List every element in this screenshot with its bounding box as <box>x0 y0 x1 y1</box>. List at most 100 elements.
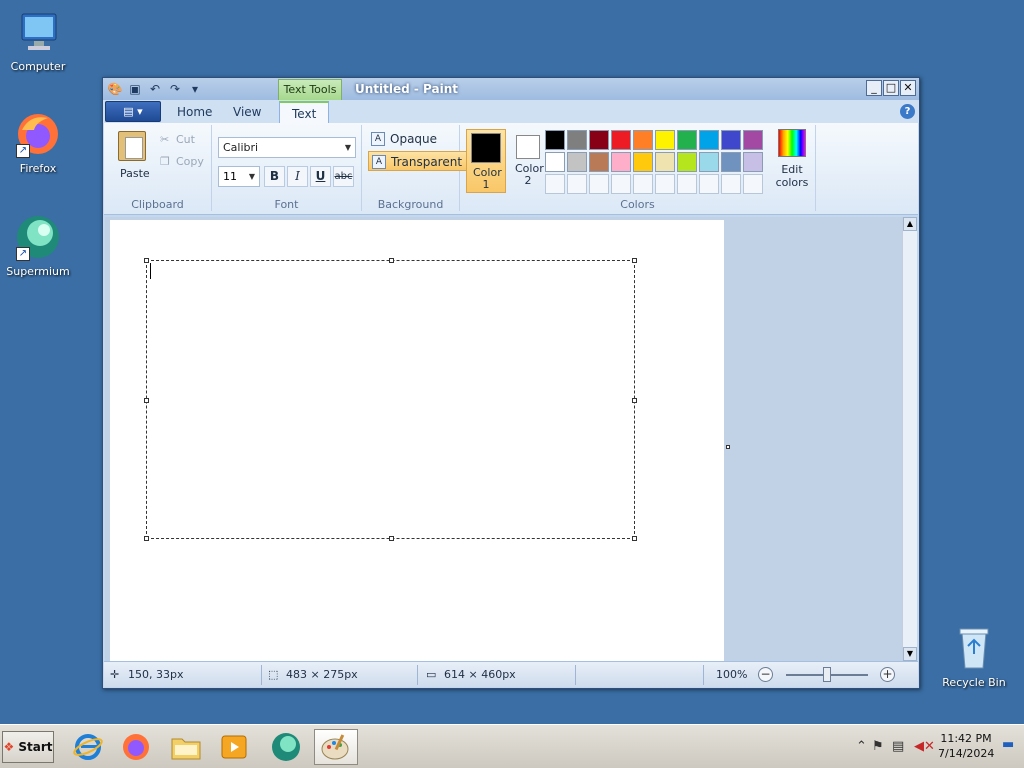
palette-swatch[interactable] <box>699 152 719 172</box>
copy-button[interactable]: ❐ Copy <box>158 153 208 171</box>
resize-handle[interactable] <box>632 536 637 541</box>
zoom-level: 100% <box>716 668 748 681</box>
paint-menu-button[interactable]: ▤ ▾ <box>105 101 161 122</box>
taskbar-app-internet-explorer[interactable] <box>66 729 110 765</box>
palette-swatch[interactable] <box>655 174 675 194</box>
palette-swatch[interactable] <box>743 130 763 150</box>
italic-button[interactable]: I <box>287 166 308 187</box>
palette-swatch[interactable] <box>743 174 763 194</box>
zoom-in-button[interactable]: + <box>880 667 895 682</box>
action-center-flag-icon[interactable]: ⚑ <box>872 739 884 754</box>
taskbar-app-paint[interactable] <box>314 729 358 765</box>
font-family-select[interactable]: Calibri ▼ <box>218 137 356 158</box>
taskbar: ❖ Start ⌃ ⚑ ▤ ◀✕ 11:42 PM 7/14/2024 ▬ <box>0 724 1024 768</box>
palette-swatch[interactable] <box>655 152 675 172</box>
palette-swatch[interactable] <box>567 152 587 172</box>
save-icon[interactable]: ▣ <box>127 81 143 97</box>
drawing-canvas[interactable] <box>110 220 724 661</box>
paste-button[interactable]: Paste <box>106 125 158 191</box>
resize-handle[interactable] <box>632 398 637 403</box>
palette-swatch[interactable] <box>699 130 719 150</box>
taskbar-app-file-explorer[interactable] <box>164 729 208 765</box>
cut-label: Cut <box>176 133 195 146</box>
desktop-icon-recycle-bin[interactable]: Recycle Bin <box>936 624 1012 689</box>
color1-button[interactable]: Color 1 <box>466 129 506 193</box>
help-icon[interactable]: ? <box>900 104 915 119</box>
taskbar-app-supermium[interactable] <box>264 729 308 765</box>
strikethrough-button[interactable]: abc <box>333 166 354 187</box>
scroll-down-arrow-icon[interactable]: ▼ <box>903 647 917 661</box>
palette-swatch[interactable] <box>611 174 631 194</box>
taskbar-app-firefox[interactable] <box>114 729 158 765</box>
zoom-slider-thumb[interactable] <box>823 667 831 682</box>
palette-swatch[interactable] <box>743 152 763 172</box>
transparent-option[interactable]: A Transparent <box>368 151 470 171</box>
palette-swatch[interactable] <box>633 174 653 194</box>
image-size-value: 614 × 460px <box>444 668 516 681</box>
desktop-icon-computer[interactable]: Computer <box>0 8 76 73</box>
palette-swatch[interactable] <box>589 152 609 172</box>
clock[interactable]: 11:42 PM 7/14/2024 <box>938 731 994 761</box>
palette-swatch[interactable] <box>589 174 609 194</box>
network-icon[interactable]: ▤ <box>892 739 904 754</box>
transparent-label: Transparent <box>391 155 463 169</box>
show-desktop-icon[interactable]: ▬ <box>1002 737 1014 752</box>
underline-button[interactable]: U <box>310 166 331 187</box>
resize-handle[interactable] <box>144 398 149 403</box>
edit-colors-button[interactable]: Edit colors <box>770 129 814 189</box>
image-size-icon: ▭ <box>426 668 437 681</box>
palette-swatch[interactable] <box>545 174 565 194</box>
tab-view[interactable]: View <box>221 101 273 123</box>
palette-swatch[interactable] <box>655 130 675 150</box>
font-size-select[interactable]: 11 ▼ <box>218 166 260 187</box>
resize-handle[interactable] <box>389 258 394 263</box>
palette-swatch[interactable] <box>611 152 631 172</box>
cut-button[interactable]: ✂ Cut <box>158 131 208 149</box>
palette-swatch[interactable] <box>545 130 565 150</box>
tab-text[interactable]: Text <box>279 101 330 123</box>
palette-swatch[interactable] <box>721 152 741 172</box>
customize-toolbar-icon[interactable]: ▾ <box>187 81 203 97</box>
resize-handle[interactable] <box>632 258 637 263</box>
text-box-selection[interactable] <box>144 258 637 541</box>
redo-icon[interactable]: ↷ <box>167 81 183 97</box>
undo-icon[interactable]: ↶ <box>147 81 163 97</box>
palette-swatch[interactable] <box>677 130 697 150</box>
canvas-resize-handle[interactable] <box>726 445 730 449</box>
cursor-position: ✛ 150, 33px <box>106 665 262 685</box>
maximize-button[interactable]: □ <box>883 80 899 96</box>
palette-swatch[interactable] <box>721 130 741 150</box>
taskbar-app-media-player[interactable] <box>212 729 256 765</box>
palette-swatch[interactable] <box>567 174 587 194</box>
minimize-button[interactable]: _ <box>866 80 882 96</box>
palette-swatch[interactable] <box>699 174 719 194</box>
palette-swatch[interactable] <box>589 130 609 150</box>
palette-swatch[interactable] <box>677 174 697 194</box>
palette-swatch[interactable] <box>633 152 653 172</box>
resize-handle[interactable] <box>144 536 149 541</box>
close-button[interactable]: ✕ <box>900 80 916 96</box>
scroll-up-arrow-icon[interactable]: ▲ <box>903 217 917 231</box>
palette-swatch[interactable] <box>633 130 653 150</box>
resize-handle[interactable] <box>144 258 149 263</box>
canvas-workspace[interactable] <box>105 217 902 661</box>
desktop-icon-firefox[interactable]: ↗ Firefox <box>0 110 76 175</box>
resize-handle[interactable] <box>389 536 394 541</box>
window-title: Untitled - Paint <box>355 82 459 96</box>
start-button[interactable]: ❖ Start <box>2 731 54 763</box>
tab-home[interactable]: Home <box>165 101 224 123</box>
palette-swatch[interactable] <box>721 174 741 194</box>
vertical-scrollbar[interactable]: ▲ ▼ <box>902 217 917 661</box>
zoom-out-button[interactable]: − <box>758 667 773 682</box>
bold-button[interactable]: B <box>264 166 285 187</box>
palette-swatch[interactable] <box>611 130 631 150</box>
show-hidden-icons-icon[interactable]: ⌃ <box>856 739 867 754</box>
color2-button[interactable]: Color 2 <box>508 129 548 193</box>
desktop-icon-supermium[interactable]: ↗ Supermium <box>0 213 76 278</box>
opaque-option[interactable]: A Opaque <box>368 129 443 149</box>
color-spectrum-icon <box>778 129 806 157</box>
volume-muted-icon[interactable]: ◀✕ <box>914 739 935 754</box>
palette-swatch[interactable] <box>677 152 697 172</box>
palette-swatch[interactable] <box>567 130 587 150</box>
palette-swatch[interactable] <box>545 152 565 172</box>
